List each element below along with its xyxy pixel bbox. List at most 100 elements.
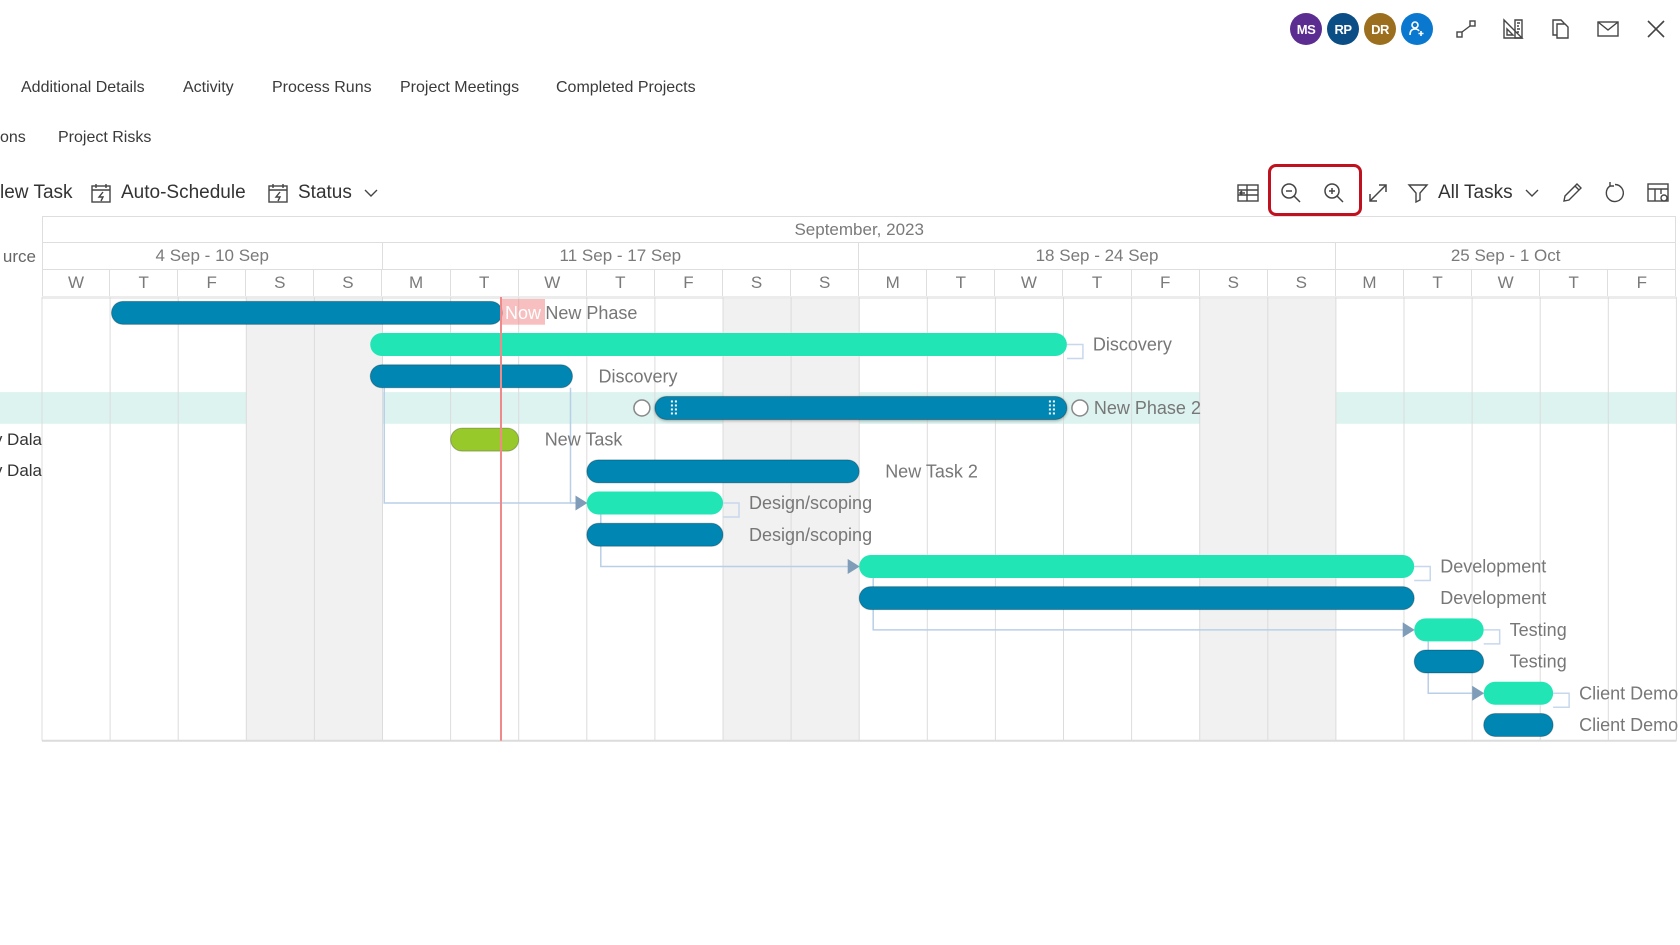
task-bar-group: New Phase	[110, 300, 637, 325]
drag-handle-dot	[670, 400, 673, 403]
task-bar[interactable]	[586, 491, 723, 515]
task-bar-group: Development	[859, 554, 1546, 578]
task-label: New Task 2	[885, 461, 978, 481]
task-bar[interactable]	[110, 300, 503, 325]
drag-handle-dot	[674, 400, 677, 403]
task-bar-group: Client Demo a	[1483, 681, 1680, 705]
avatar-rp[interactable]: RP	[1327, 13, 1359, 45]
tab-project-meetings[interactable]: Project Meetings	[400, 79, 519, 97]
add-user-button[interactable]	[1401, 13, 1433, 45]
task-bar[interactable]	[1483, 681, 1554, 705]
task-bar-group: New Task	[450, 427, 623, 452]
summary-connector	[1553, 692, 1570, 708]
expand-button[interactable]	[1364, 179, 1392, 207]
task-label: Design/scoping	[749, 493, 872, 513]
pencil-icon	[1563, 183, 1582, 202]
status-dropdown[interactable]: Status	[266, 178, 388, 208]
zoom-in-icon	[1324, 183, 1344, 203]
weekend-column	[791, 299, 860, 741]
task-label: Development	[1440, 556, 1546, 576]
tab-completed-projects[interactable]: Completed Projects	[556, 79, 696, 97]
drag-handle-dot	[674, 412, 677, 415]
drag-handle-dot	[674, 408, 677, 411]
task-label: Testing	[1510, 652, 1567, 672]
tab-truncated[interactable]: ons	[0, 129, 26, 147]
chevron-down-icon	[1525, 189, 1539, 197]
calendar-lightning-icon	[268, 184, 288, 203]
gantt-canvas: New Phase Discovery Discovery New Phase 2 Ne…	[0, 296, 1680, 742]
top-bar: MS RP DR	[0, 0, 1680, 58]
task-label: New Phase 2	[1094, 398, 1201, 418]
task-label: Client Demo a	[1579, 715, 1680, 735]
dependency-link-button[interactable]	[1451, 14, 1481, 44]
tab-activity[interactable]: Activity	[183, 79, 234, 97]
task-bar[interactable]	[1483, 712, 1554, 737]
task-bar[interactable]	[586, 459, 860, 484]
drag-handle-dot	[1052, 400, 1055, 403]
copy-button[interactable]	[1545, 14, 1575, 44]
table-settings-icon	[1647, 183, 1669, 202]
drag-handle-dot	[670, 404, 673, 407]
drag-handle-dot	[1048, 404, 1051, 407]
drag-handle-dot	[1052, 412, 1055, 415]
tab-project-risks[interactable]: Project Risks	[58, 129, 151, 147]
avatar-ms[interactable]: MS	[1290, 13, 1322, 45]
add-user-icon	[1409, 21, 1424, 36]
task-bar[interactable]	[1413, 649, 1485, 674]
drag-handle-dot	[674, 404, 677, 407]
refresh-button[interactable]	[1601, 179, 1629, 207]
weekend-column	[1199, 299, 1268, 741]
close-button[interactable]	[1641, 14, 1671, 44]
edit-button[interactable]	[1558, 179, 1586, 207]
auto-schedule-button[interactable]: Auto-Schedule	[89, 178, 246, 208]
zoom-out-button[interactable]	[1277, 179, 1305, 207]
task-bar[interactable]	[858, 586, 1415, 611]
table-collapse-icon	[1237, 184, 1259, 202]
task-bar[interactable]	[586, 522, 724, 547]
grid-toggle-button[interactable]	[1234, 179, 1262, 207]
task-bar-group: Discovery	[369, 364, 678, 389]
task-bar-group: New Phase 2	[633, 395, 1201, 420]
expand-icon	[1369, 184, 1387, 202]
tab-process-runs[interactable]: Process Runs	[272, 79, 372, 97]
task-label: Development	[1440, 588, 1546, 608]
avatar-initials: DR	[1371, 21, 1389, 37]
summary-connector	[1483, 629, 1501, 645]
task-bar[interactable]	[654, 395, 1068, 420]
auto-schedule-label: Auto-Schedule	[121, 182, 246, 203]
ruler-button[interactable]	[1498, 14, 1528, 44]
task-label: Client Demo a	[1579, 683, 1680, 703]
chevron-down-icon	[364, 189, 378, 197]
task-label: Discovery	[598, 366, 677, 386]
link-handle-end[interactable]	[1071, 399, 1089, 417]
dependency-link-icon	[1456, 20, 1476, 38]
avatar-initials: RP	[1334, 21, 1352, 37]
task-label: Testing	[1510, 620, 1567, 640]
task-bar[interactable]	[450, 427, 520, 452]
column-settings-button[interactable]	[1644, 179, 1672, 207]
drag-handle-dot	[670, 412, 673, 415]
gantt-chart: urce September, 2023 4 Sep - 10 Sep 11 Sep…	[0, 216, 1680, 742]
mail-icon	[1597, 21, 1619, 37]
task-label: Design/scoping	[749, 525, 872, 545]
avatar-dr[interactable]: DR	[1364, 13, 1396, 45]
zoom-in-button[interactable]	[1320, 179, 1348, 207]
email-button[interactable]	[1593, 14, 1623, 44]
tab-additional-details[interactable]: Additional Details	[21, 79, 145, 97]
weekend-column	[246, 299, 315, 741]
task-bar-group: Discovery	[370, 333, 1172, 357]
summary-connector	[1414, 565, 1431, 582]
weekend-column	[1267, 299, 1336, 741]
task-bar[interactable]	[369, 364, 573, 389]
task-bar[interactable]	[1414, 618, 1484, 642]
filter-dropdown[interactable]: All Tasks	[1406, 178, 1549, 208]
weekend-column	[723, 299, 792, 741]
filter-icon	[1407, 184, 1429, 204]
link-handle-start[interactable]	[633, 399, 651, 417]
avatar-initials: MS	[1296, 21, 1316, 37]
task-bar[interactable]	[370, 333, 1067, 357]
drag-handle-dot	[1052, 404, 1055, 407]
task-bar[interactable]	[859, 554, 1415, 578]
drag-handle-dot	[670, 408, 673, 411]
new-task-button[interactable]: lew Task	[0, 178, 73, 208]
